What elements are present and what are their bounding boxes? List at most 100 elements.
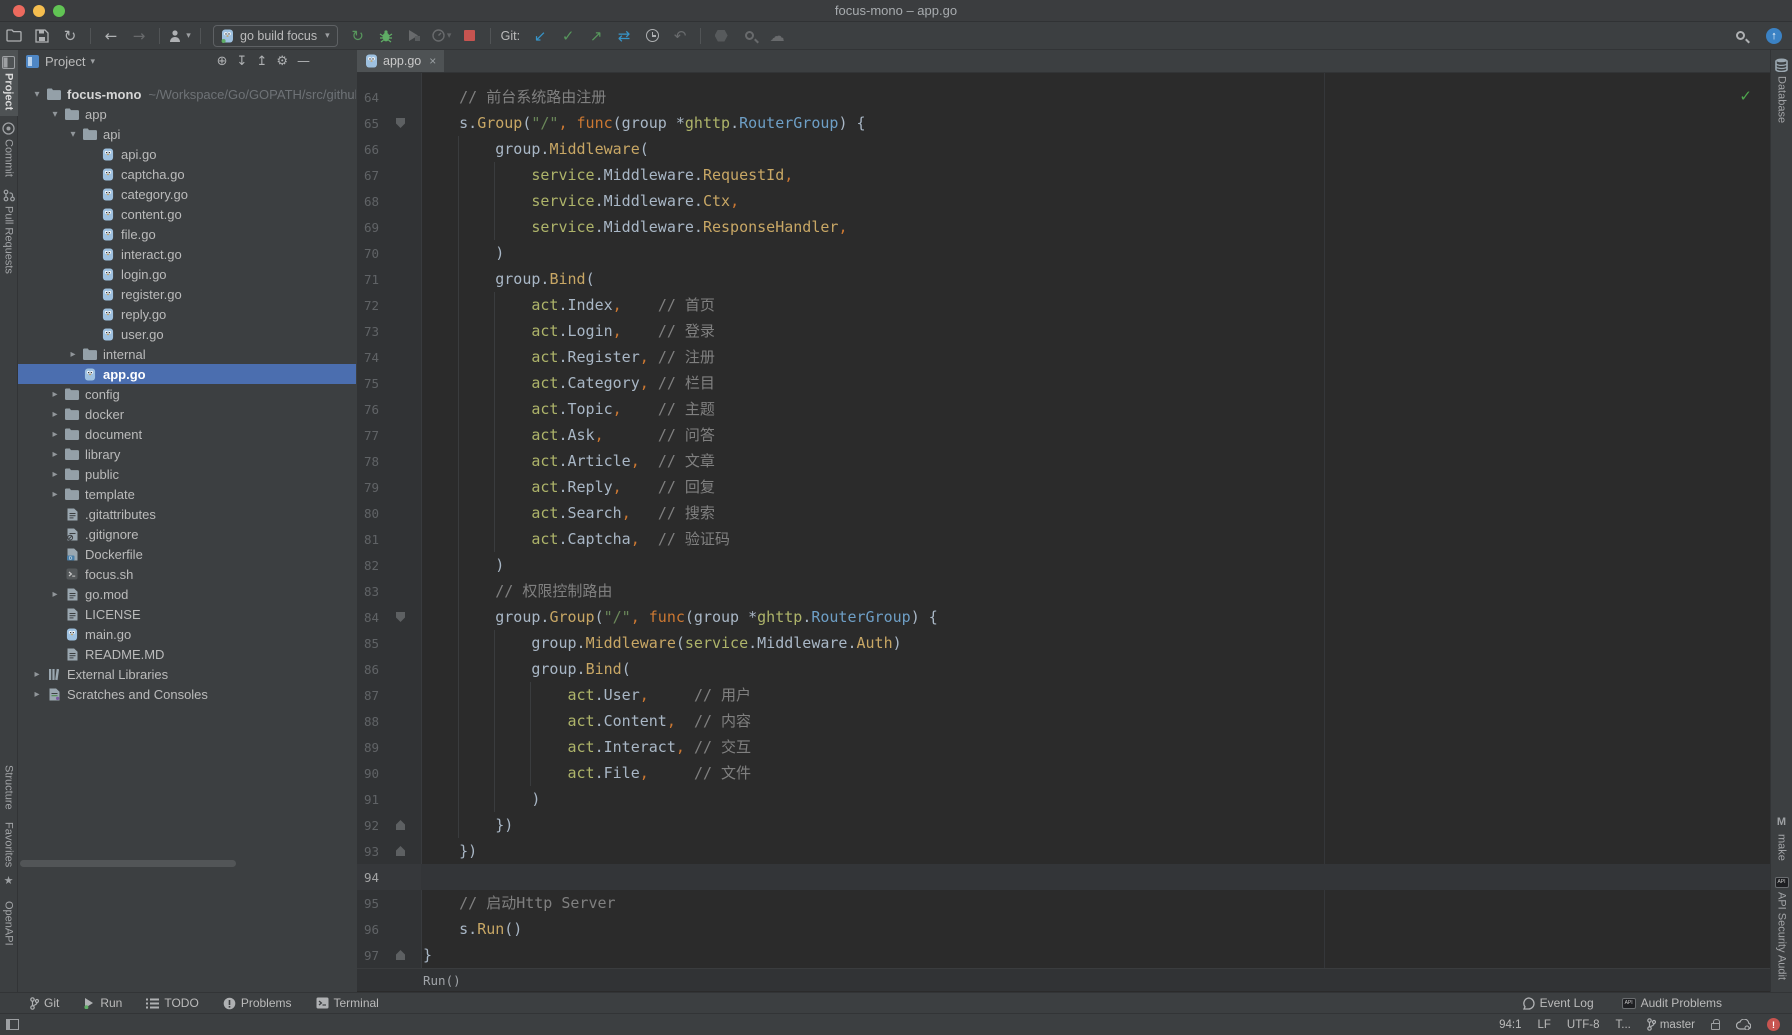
gutter[interactable]: 86 [357, 656, 421, 682]
line-number[interactable]: 64 [357, 90, 379, 105]
chevron-right-icon[interactable]: ▸ [28, 669, 46, 680]
toolwindow-button-audit-problems[interactable]: APIAudit Problems [1622, 996, 1722, 1010]
line-number[interactable]: 76 [357, 402, 379, 417]
gutter[interactable]: 64 [357, 84, 421, 110]
code-line-81[interactable]: 81 act.Captcha, // 验证码 [357, 526, 1770, 552]
chevron-down-icon[interactable]: ▾ [64, 129, 82, 140]
code-line-93[interactable]: 93 }) [357, 838, 1770, 864]
gutter[interactable]: 81 [357, 526, 421, 552]
tree-item-scratches-and-consoles[interactable]: ▸Scratches and Consoles [18, 684, 356, 704]
chevron-right-icon[interactable]: ▸ [46, 449, 64, 460]
code-line-95[interactable]: 95 // 启动Http Server [357, 890, 1770, 916]
tree-item-interact-go[interactable]: interact.go [18, 244, 356, 264]
fold-marker-icon[interactable] [396, 950, 405, 960]
gutter[interactable]: 97 [357, 942, 421, 968]
line-number[interactable]: 84 [357, 610, 379, 625]
gutter[interactable]: 73 [357, 318, 421, 344]
line-number[interactable]: 79 [357, 480, 379, 495]
code-line-82[interactable]: 82 ) [357, 552, 1770, 578]
expand-all-icon[interactable]: ↧ [237, 54, 248, 69]
chevron-right-icon[interactable]: ▸ [46, 489, 64, 500]
git-merge-icon[interactable]: ⇄ [613, 25, 635, 47]
line-number[interactable]: 68 [357, 194, 379, 209]
tree-item-register-go[interactable]: register.go [18, 284, 356, 304]
toolwindow-button-git[interactable]: Git [30, 996, 59, 1010]
git-commit-icon[interactable]: ✓ [557, 25, 579, 47]
tree-item-go-mod[interactable]: ▸go.mod [18, 584, 356, 604]
line-number[interactable]: 71 [357, 272, 379, 287]
line-number[interactable]: 70 [357, 246, 379, 261]
tree-item--gitattributes[interactable]: .gitattributes [18, 504, 356, 524]
tree-item-public[interactable]: ▸public [18, 464, 356, 484]
line-number[interactable]: 85 [357, 636, 379, 651]
stop-icon[interactable] [459, 25, 481, 47]
line-number[interactable]: 72 [357, 298, 379, 313]
line-number[interactable]: 77 [357, 428, 379, 443]
run-icon[interactable]: ↻ [347, 25, 369, 47]
tool-stripe-button-commit[interactable]: Commit [0, 116, 18, 183]
tool-stripe-button-make[interactable]: Mmake [1776, 804, 1788, 869]
tree-item-focus-sh[interactable]: focus.sh [18, 564, 356, 584]
gutter[interactable]: 78 [357, 448, 421, 474]
code-line-92[interactable]: 92 }) [357, 812, 1770, 838]
sync-icon[interactable]: ↻ [59, 25, 81, 47]
code-line-68[interactable]: 68 service.Middleware.Ctx, [357, 188, 1770, 214]
code-line-91[interactable]: 91 ) [357, 786, 1770, 812]
line-number[interactable]: 92 [357, 818, 379, 833]
line-number[interactable]: 69 [357, 220, 379, 235]
line-number[interactable]: 94 [357, 870, 379, 885]
annotate-user-icon[interactable]: ▾ [169, 25, 191, 47]
tool-stripe-button-structure[interactable]: Structure [3, 759, 15, 816]
gutter[interactable]: 88 [357, 708, 421, 734]
tree-item-main-go[interactable]: main.go [18, 624, 356, 644]
tree-item-internal[interactable]: ▸internal [18, 344, 356, 364]
tree-item-docker[interactable]: ▸docker [18, 404, 356, 424]
chevron-down-icon[interactable]: ▾ [46, 109, 64, 120]
line-number[interactable]: 80 [357, 506, 379, 521]
line-number[interactable]: 93 [357, 844, 379, 859]
code-line-65[interactable]: 65 s.Group("/", func(group *ghttp.Router… [357, 110, 1770, 136]
gutter[interactable]: 80 [357, 500, 421, 526]
line-number[interactable]: 95 [357, 896, 379, 911]
error-dot-icon[interactable]: ! [1767, 1018, 1780, 1031]
gutter[interactable]: 72 [357, 292, 421, 318]
layout-toggle-icon[interactable] [6, 1019, 19, 1030]
line-number[interactable]: 81 [357, 532, 379, 547]
code-line-77[interactable]: 77 act.Ask, // 问答 [357, 422, 1770, 448]
chevron-right-icon[interactable]: ▸ [64, 349, 82, 360]
line-number[interactable]: 73 [357, 324, 379, 339]
code-line-72[interactable]: 72 act.Index, // 首页 [357, 292, 1770, 318]
toolwindow-button-event-log[interactable]: Event Log [1522, 996, 1594, 1010]
collapse-all-icon[interactable]: ↥ [256, 54, 267, 69]
toolwindow-button-run[interactable]: Run [83, 996, 122, 1010]
fold-marker-icon[interactable] [396, 820, 405, 830]
tree-item-captcha-go[interactable]: captcha.go [18, 164, 356, 184]
save-icon[interactable] [31, 25, 53, 47]
gutter[interactable]: 93 [357, 838, 421, 864]
history-icon[interactable] [641, 25, 663, 47]
line-number[interactable]: 78 [357, 454, 379, 469]
code-line-88[interactable]: 88 act.Content, // 内容 [357, 708, 1770, 734]
code-line-94[interactable]: 94 [357, 864, 1770, 890]
line-number[interactable]: 91 [357, 792, 379, 807]
tree-item-app[interactable]: ▾app [18, 104, 356, 124]
gutter[interactable]: 70 [357, 240, 421, 266]
gutter[interactable]: 65 [357, 110, 421, 136]
tree-item-readme-md[interactable]: README.MD [18, 644, 356, 664]
code-line-90[interactable]: 90 act.File, // 文件 [357, 760, 1770, 786]
gutter[interactable]: 96 [357, 916, 421, 942]
git-update-icon[interactable]: ↙ [529, 25, 551, 47]
gutter[interactable]: 84 [357, 604, 421, 630]
chevron-right-icon[interactable]: ▸ [46, 469, 64, 480]
gutter[interactable]: 95 [357, 890, 421, 916]
gutter[interactable]: 82 [357, 552, 421, 578]
code-line-64[interactable]: 64 // 前台系统路由注册 [357, 84, 1770, 110]
line-number[interactable]: 97 [357, 948, 379, 963]
tool-stripe-button-database[interactable]: Database [1775, 50, 1788, 131]
caret-position[interactable]: 94:1 [1499, 1019, 1521, 1031]
chevron-right-icon[interactable]: ▸ [46, 589, 64, 600]
gutter[interactable]: 83 [357, 578, 421, 604]
code-line-85[interactable]: 85 group.Middleware(service.Middleware.A… [357, 630, 1770, 656]
code-line-78[interactable]: 78 act.Article, // 文章 [357, 448, 1770, 474]
tree-item-library[interactable]: ▸library [18, 444, 356, 464]
